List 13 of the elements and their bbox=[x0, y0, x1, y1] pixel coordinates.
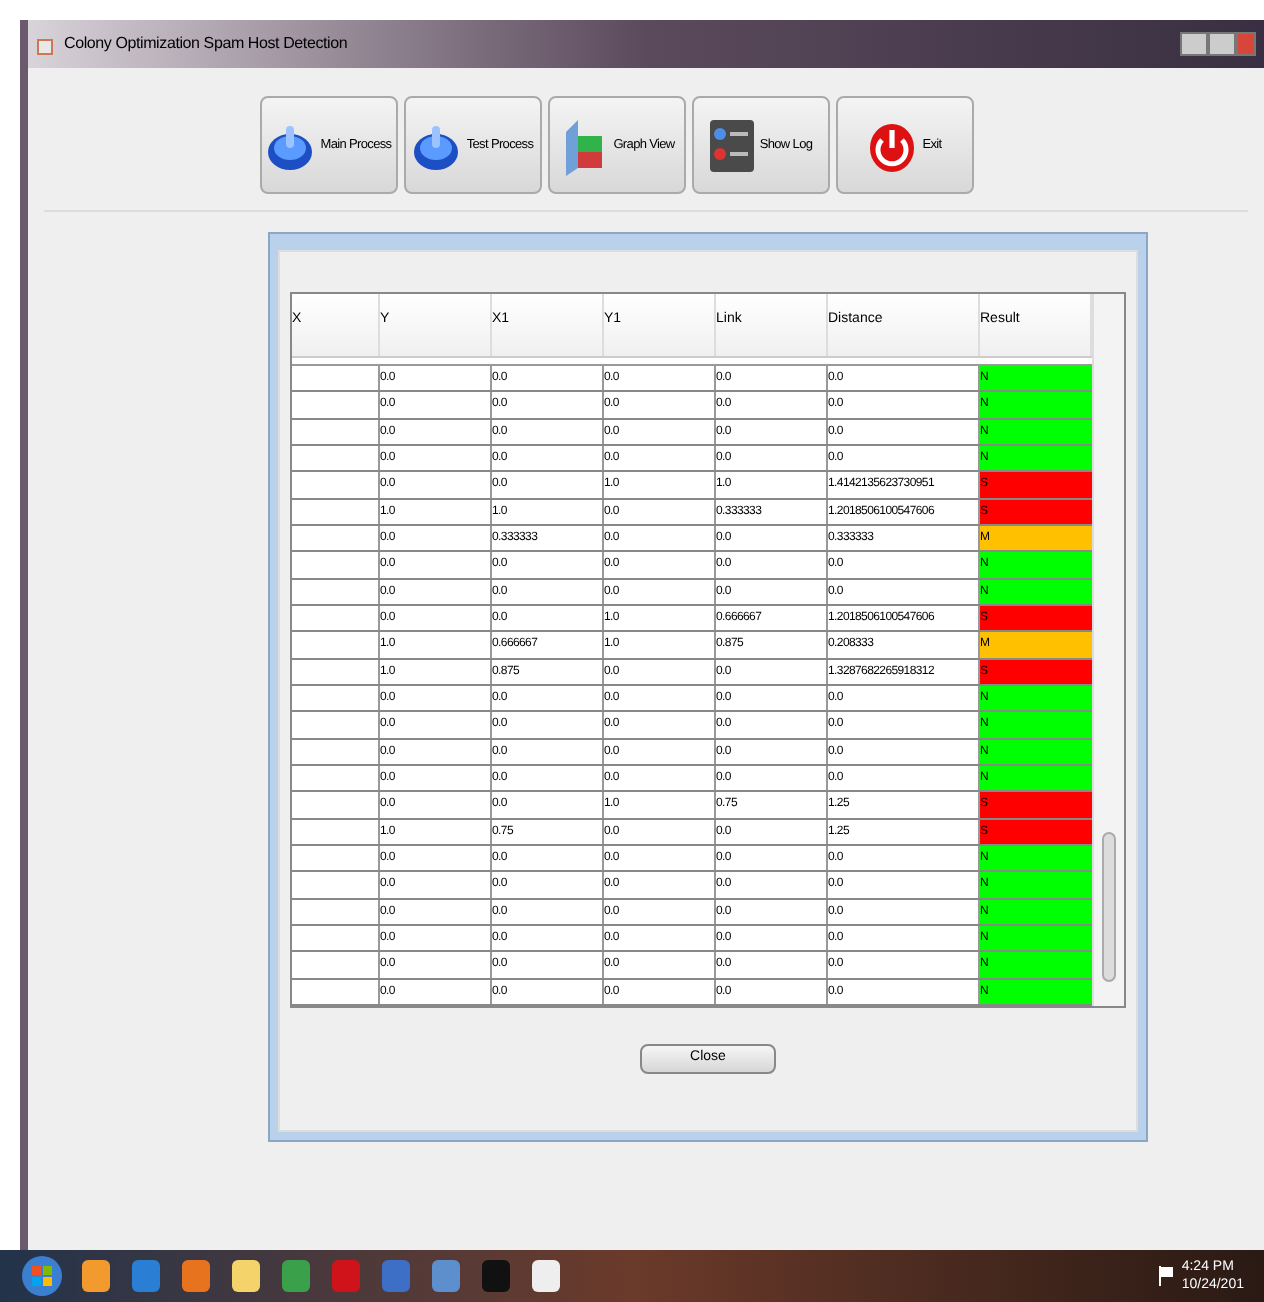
taskbar-app-icon[interactable] bbox=[228, 1256, 264, 1296]
start-orb-icon[interactable] bbox=[20, 1254, 64, 1298]
scrollbar-thumb[interactable] bbox=[1102, 832, 1116, 982]
taskbar-app-icon[interactable] bbox=[528, 1256, 564, 1296]
taskbar-app-icon[interactable] bbox=[78, 1256, 114, 1296]
maximize-button[interactable] bbox=[1208, 32, 1236, 56]
scrollbar[interactable] bbox=[1092, 294, 1124, 1006]
flag-icon[interactable] bbox=[1157, 1266, 1174, 1286]
window-title: Colony Optimization Spam Host Detection bbox=[64, 32, 348, 56]
taskbar-app-icon[interactable] bbox=[178, 1256, 214, 1296]
minimize-button[interactable] bbox=[1180, 32, 1208, 56]
log-panel-icon bbox=[707, 117, 756, 173]
taskbar-app-icon[interactable] bbox=[278, 1256, 314, 1296]
